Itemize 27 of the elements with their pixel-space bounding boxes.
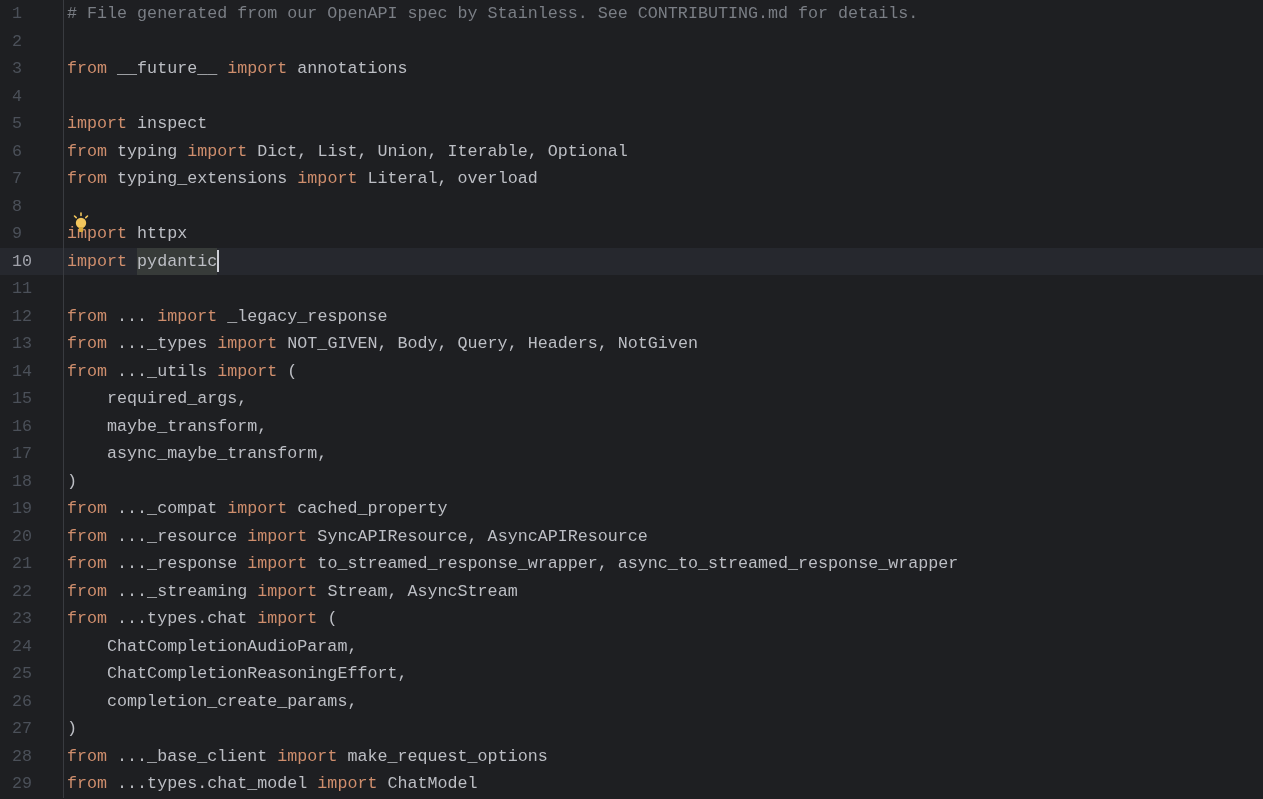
code-line: from ..._resource import SyncAPIResource, AsyncAPIResource xyxy=(67,526,648,546)
code-line: from ..._base_client import make_request_options xyxy=(67,746,548,766)
text-caret xyxy=(217,250,220,273)
code-line: from ..._utils import ( xyxy=(67,361,298,381)
code-line: from ...types.chat import ( xyxy=(67,609,338,629)
code-line: from ... import _legacy_response xyxy=(67,306,388,326)
code-line: completion_create_params, xyxy=(106,691,358,711)
code-line: import httpx xyxy=(67,224,188,244)
code-line: ) xyxy=(67,471,77,491)
code-line: ChatCompletionAudioParam, xyxy=(106,636,358,656)
code-line: async_maybe_transform, xyxy=(106,444,328,464)
code-line: from ..._response import to_streamed_response_wrapper, async_to_streamed_response_wrapper xyxy=(67,554,959,574)
code-line: from ..._compat import cached_property xyxy=(67,499,448,519)
code-line: # File generated from our OpenAPI spec by Stainless. See CONTRIBUTING.md for details. xyxy=(67,4,919,24)
code-line: from __future__ import annotations xyxy=(67,59,408,79)
code-line: from ...types.chat_model import ChatModel xyxy=(67,774,478,794)
code-line: required_args, xyxy=(106,389,248,409)
code-line: from typing import Dict, List, Union, Iterable, Optional xyxy=(67,141,628,161)
code-line: from ..._streaming import Stream, AsyncStream xyxy=(67,581,518,601)
code-line: maybe_transform, xyxy=(106,416,268,436)
code-line: ) xyxy=(67,719,77,739)
line-number: 10 xyxy=(0,247,64,275)
code-line: ChatCompletionReasoningEffort, xyxy=(106,664,408,684)
code-line: import inspect xyxy=(67,114,208,134)
code-line: from ..._types import NOT_GIVEN, Body, Query, Headers, NotGiven xyxy=(67,334,698,354)
code-line: from typing_extensions import Literal, overload xyxy=(67,169,538,189)
code-line: import pydantic xyxy=(67,247,218,275)
